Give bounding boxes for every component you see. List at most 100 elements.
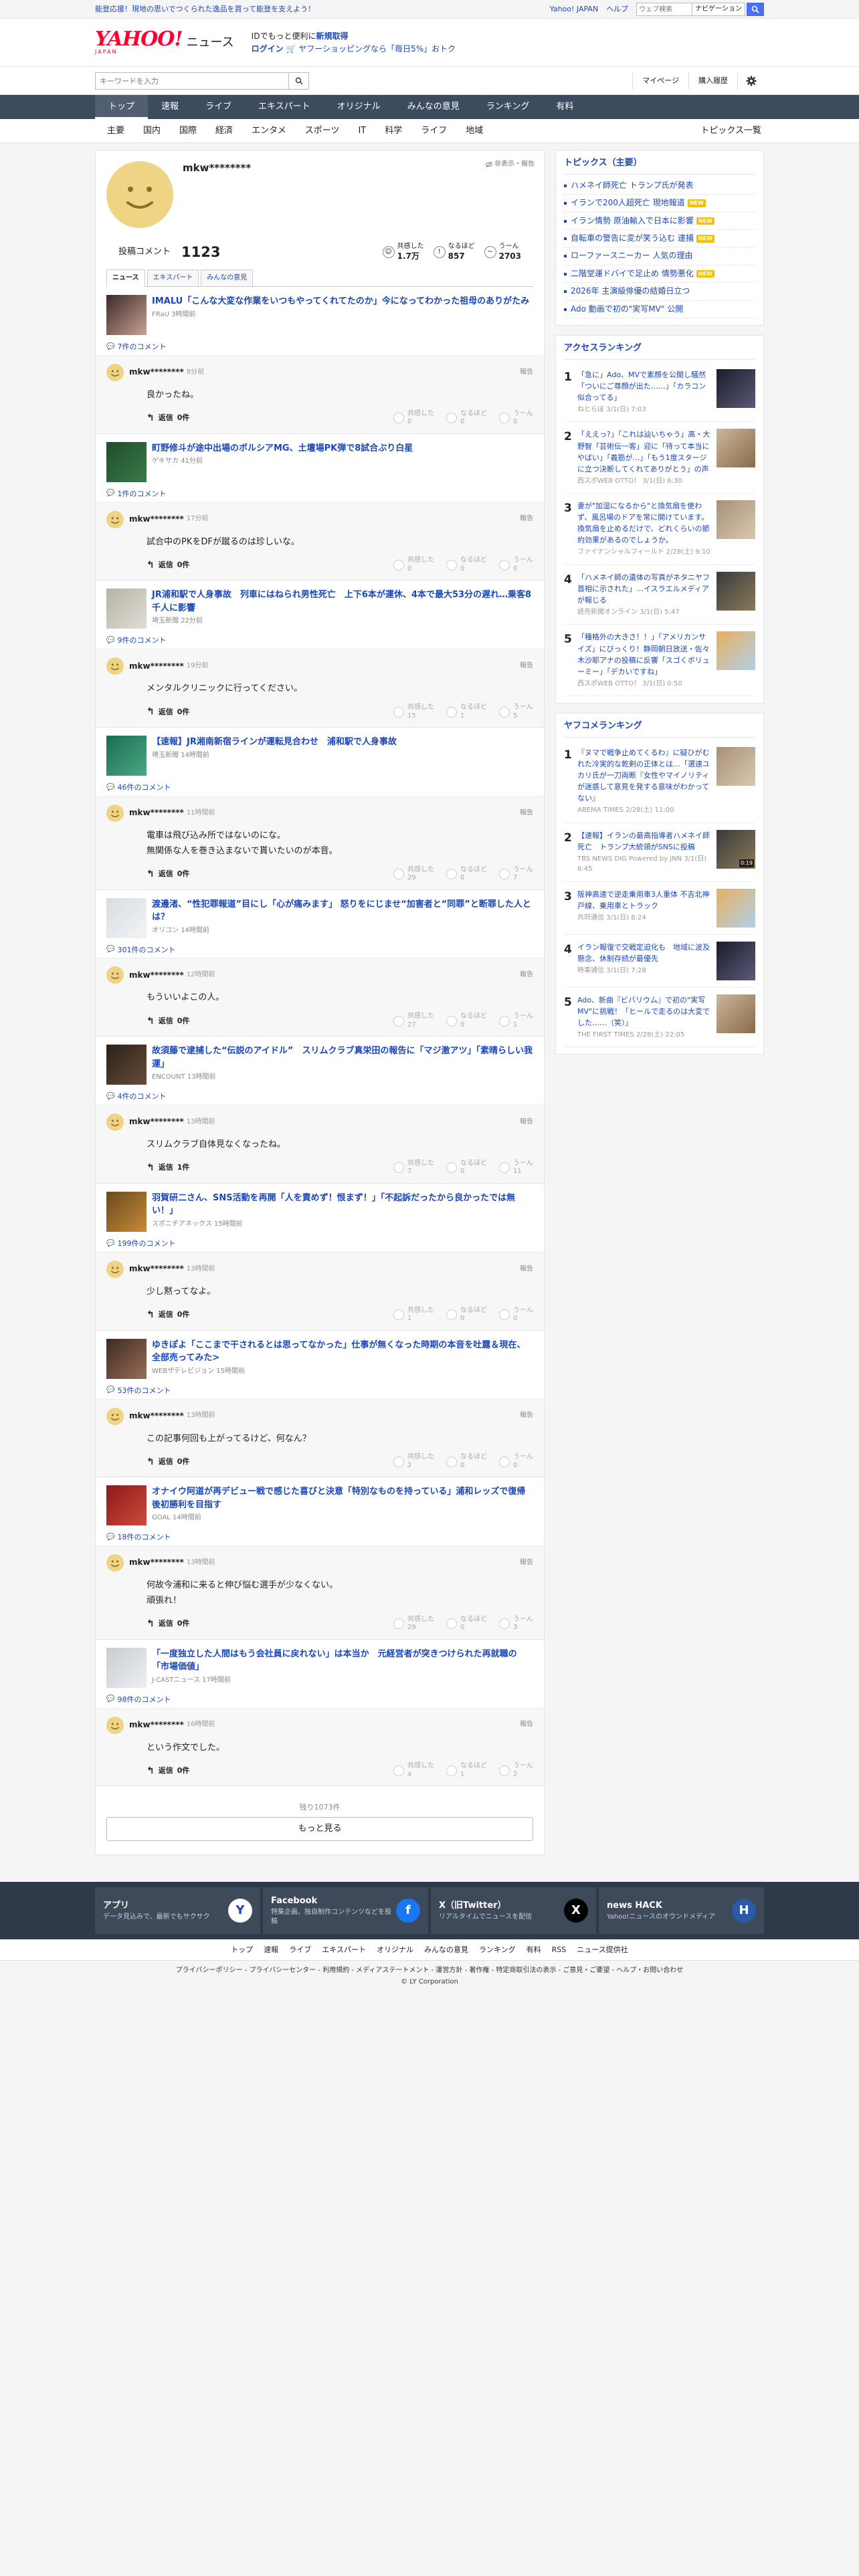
comment-username[interactable]: mkw******** xyxy=(129,366,184,378)
reply-button[interactable]: ↰ 返信 0件 xyxy=(147,1617,189,1630)
comment-ranking-item[interactable]: 3 阪神高速で逆走乗用車3人重体 不吉北神戸線、乗用車とトラック 共同通信 3/1(… xyxy=(564,882,755,935)
vote-agree-button[interactable]: 共感した 15 xyxy=(393,704,434,720)
topic-item[interactable]: イランで200人超死亡 現地報道 NEW xyxy=(564,195,755,213)
navigation-chip[interactable]: ナビゲーション xyxy=(692,3,745,16)
comment-count-link[interactable]: 💬 301件のコメント xyxy=(96,942,544,958)
comment-count-link[interactable]: 💬 98件のコメント xyxy=(96,1692,544,1708)
article-title[interactable]: オナイウ阿道が再デビュー戦で感じた喜びと決意「特別なものを持っている」浦和レッズ… xyxy=(152,1485,533,1511)
vote-agree-button[interactable]: 共感した 4 xyxy=(393,1762,434,1779)
topic-item[interactable]: ローファースニーカー 人気の理由 xyxy=(564,247,755,265)
footer-card[interactable]: アプリ データ見込みで、最新でもサクサク Y xyxy=(95,1887,260,1935)
comment-username[interactable]: mkw******** xyxy=(129,1116,184,1128)
subnav-item[interactable]: 国際 xyxy=(170,125,206,138)
comment-username[interactable]: mkw******** xyxy=(129,807,184,819)
comment-ranking-title[interactable]: 『ヌマで戦争止めてくるわ』に疑ひがむれた冷実的な乾剣の正体とは…「選速ユカリ氏が… xyxy=(577,748,710,802)
comment-username[interactable]: mkw******** xyxy=(129,661,184,672)
help-link[interactable]: ヘルプ xyxy=(606,4,628,15)
comment-ranking-thumbnail[interactable]: 0:19 xyxy=(717,829,755,869)
comment-ranking-thumbnail[interactable] xyxy=(717,941,755,980)
vote-agree-button[interactable]: 共感した 29 xyxy=(393,1616,434,1632)
vote-hmm-button[interactable]: うーん 2 xyxy=(499,1762,533,1779)
comment-count-link[interactable]: 💬 18件のコメント xyxy=(96,1529,544,1545)
comment-count-link[interactable]: 💬 53件のコメント xyxy=(96,1383,544,1399)
web-search-input[interactable] xyxy=(636,3,693,16)
gnav-item[interactable]: エキスパート xyxy=(245,95,324,119)
web-search-button[interactable] xyxy=(747,3,764,16)
comment-count-link[interactable]: 💬 9件のコメント xyxy=(96,633,544,649)
access-ranking-item[interactable]: 4 「ハメネイ師の遺体の写真がネタニヤフ首相に示された」…イスラエルメディアが報じ… xyxy=(564,565,755,625)
comment-count-link[interactable]: 💬 46件のコメント xyxy=(96,780,544,796)
access-ranking-thumbnail[interactable] xyxy=(717,500,755,540)
shopping-link[interactable]: ヤフーショッピングなら「毎日5%」おトク xyxy=(298,44,456,53)
vote-hmm-button[interactable]: うーん 1 xyxy=(499,1012,533,1029)
report-link[interactable]: 報告 xyxy=(520,368,533,378)
footer-nav-item[interactable]: オリジナル xyxy=(377,1945,413,1955)
reply-button[interactable]: ↰ 返信 0件 xyxy=(147,1014,189,1028)
vote-agree-button[interactable]: 共感した 29 xyxy=(393,866,434,883)
article-thumbnail[interactable] xyxy=(106,736,147,776)
reply-button[interactable]: ↰ 返信 0件 xyxy=(147,1764,189,1778)
vote-hmm-button[interactable]: うーん 11 xyxy=(499,1160,533,1176)
report-link[interactable]: 報告 xyxy=(520,514,533,524)
footer-nav-item[interactable]: ライブ xyxy=(289,1945,311,1955)
article-thumbnail[interactable] xyxy=(106,588,147,629)
comment-ranking-thumbnail[interactable] xyxy=(717,888,755,928)
vote-hmm-button[interactable]: うーん 5 xyxy=(499,704,533,720)
topic-item[interactable]: ハメネイ師死亡 トランプ氏が発表 xyxy=(564,177,755,195)
vote-understand-button[interactable]: なるほど 1 xyxy=(446,1762,487,1779)
gnav-item[interactable]: トップ xyxy=(95,95,149,119)
subnav-item[interactable]: 地域 xyxy=(456,125,492,138)
subnav-item[interactable]: スポーツ xyxy=(296,125,349,138)
topic-item[interactable]: 2026年 主演級俳優の結婚日立つ xyxy=(564,283,755,301)
comment-ranking-title[interactable]: イラン報復で交戦定迫化も 地域に波及懸念、休制存続が最優先 xyxy=(577,943,710,963)
footer-nav-item[interactable]: 有料 xyxy=(527,1945,541,1955)
comment-username[interactable]: mkw******** xyxy=(129,1410,184,1422)
vote-hmm-button[interactable]: うーん 0 xyxy=(499,410,533,427)
article-thumbnail[interactable] xyxy=(106,1191,147,1232)
access-ranking-thumbnail[interactable] xyxy=(717,571,755,611)
topic-item[interactable]: イラン情勢 原油輸入で日本に影響 NEW xyxy=(564,213,755,231)
access-ranking-title[interactable]: 「ええっ?」「これは辿いちゃう」高・大野智「芸術伝一客」迎に「待って本当にやばい… xyxy=(577,430,710,473)
vote-understand-button[interactable]: なるほど 0 xyxy=(446,410,487,427)
tab-1[interactable]: ニュース xyxy=(106,270,145,287)
comment-ranking-title[interactable]: 阪神高速で逆走乗用車3人重体 不吉北神戸線、乗用車とトラック xyxy=(577,890,710,910)
subnav-item[interactable]: 国内 xyxy=(134,125,170,138)
article-thumbnail[interactable] xyxy=(106,441,147,482)
vote-understand-button[interactable]: なるほど 0 xyxy=(446,866,487,883)
footer-card[interactable]: news HACK Yahoo!ニュースのオウンドメディア H xyxy=(599,1887,764,1935)
report-link[interactable]: 報告 xyxy=(520,1558,533,1568)
comment-username[interactable]: mkw******** xyxy=(129,1557,184,1568)
footer-nav-item[interactable]: エキスパート xyxy=(322,1945,366,1955)
report-link[interactable]: 報告 xyxy=(520,1265,533,1275)
comment-ranking-item[interactable]: 1 『ヌマで戦争止めてくるわ』に疑ひがむれた冷実的な乾剣の正体とは…「選速ユカリ氏… xyxy=(564,740,755,823)
access-ranking-item[interactable]: 1 「急に」Ado、MVで素顔を公開し騒然「ついにご尊顔が出た……」「カラコン似合… xyxy=(564,362,755,423)
comment-username[interactable]: mkw******** xyxy=(129,1263,184,1275)
article-title[interactable]: 故須藤で逮捕した“伝説のアイドル” スリムクラブ真栄田の報告に「マジ激アツ」「素… xyxy=(152,1045,533,1071)
reply-button[interactable]: ↰ 返信 1件 xyxy=(147,1161,189,1174)
access-ranking-title[interactable]: 「急に」Ado、MVで素顔を公開し騒然「ついにご尊顔が出た……」「カラコン似合っ… xyxy=(577,370,706,402)
settings-button[interactable] xyxy=(737,72,764,90)
article-row[interactable]: 「一度独立した人間はもう会社員に戻れない」は本当か 元経営者が突きつけられた再就… xyxy=(96,1640,544,1692)
article-title[interactable]: IMALU「こんな大変な作業をいつもやってくれてたのか」今になってわかった祖母の… xyxy=(152,295,529,308)
topic-item[interactable]: Ado 動画で初の"実写MV" 公開 xyxy=(564,301,755,318)
footer-nav-item[interactable]: 速報 xyxy=(264,1945,278,1955)
vote-hmm-button[interactable]: うーん 3 xyxy=(499,1616,533,1632)
footer-nav-item[interactable]: トップ xyxy=(231,1945,253,1955)
tab-3[interactable]: みんなの意見 xyxy=(201,270,254,286)
comment-count-link[interactable]: 💬 4件のコメント xyxy=(96,1089,544,1105)
footer-card[interactable]: Facebook 特集企画、独自制作コンテンツなどを投稿 f xyxy=(263,1887,428,1935)
vote-understand-button[interactable]: なるほど 0 xyxy=(446,1307,487,1323)
vote-agree-button[interactable]: 共感した 2 xyxy=(393,1453,434,1470)
reply-button[interactable]: ↰ 返信 0件 xyxy=(147,867,189,881)
article-row[interactable]: 故須藤で逮捕した“伝説のアイドル” スリムクラブ真栄田の報告に「マジ激アツ」「素… xyxy=(96,1037,544,1089)
comment-ranking-item[interactable]: 2 【速報】イランの最高指導者ハメネイ師死亡 トランプ大統領がSNSに投稿 TBS … xyxy=(564,823,755,882)
article-thumbnail[interactable] xyxy=(106,897,147,938)
access-ranking-title[interactable]: 「ハメネイ師の遺体の写真がネタニヤフ首相に示された」…イスラエルメディアが報じる xyxy=(577,573,710,605)
report-link[interactable]: 報告 xyxy=(520,1411,533,1421)
yahoo-news-logo[interactable]: YAHOO! JAPAN ニュース xyxy=(95,29,234,56)
subnav-item[interactable]: ライフ xyxy=(411,125,456,138)
article-title[interactable]: 渡邊渚、“性犯罪報道”目にし「心が痛みます」 怒りをにじませ“加害者と“同罪”と… xyxy=(152,898,533,924)
article-row[interactable]: オナイウ阿道が再デビュー戦で感じた喜びと決意「特別なものを持っている」浦和レッズ… xyxy=(96,1477,544,1529)
login-link[interactable]: ログイン xyxy=(252,44,284,53)
comment-username[interactable]: mkw******** xyxy=(129,1719,184,1731)
